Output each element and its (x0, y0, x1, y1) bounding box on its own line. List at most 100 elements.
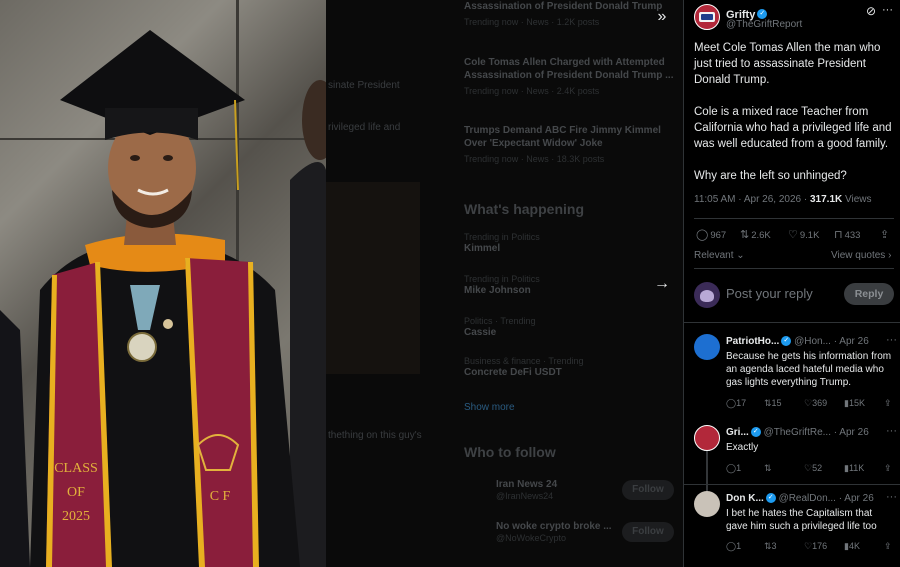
view-quotes-label: View quotes (831, 250, 886, 261)
share-icon[interactable]: ⇪ (884, 541, 892, 552)
reply-action[interactable]: ◯ 17 (726, 398, 746, 409)
bg-trend-meta: Trending now · News · 1.2K posts (464, 17, 600, 27)
reply-header: Gri... ✓ @TheGriftRe... · Apr 26 (726, 427, 898, 438)
views-action[interactable]: ▮ 4K (844, 541, 860, 552)
graduate-figure: CLASS OF 2025 C F (0, 30, 326, 567)
bg-who-to-follow-heading: Who to follow (464, 444, 556, 460)
share-icon[interactable]: ⇪ (884, 398, 892, 409)
bg-show-more-link: Show more (464, 402, 515, 413)
grok-icon[interactable]: ⊘ (866, 4, 876, 18)
repost-action[interactable]: ⇅ 15 (764, 398, 782, 409)
sort-label: Relevant (694, 250, 734, 261)
views-count: 15K (848, 398, 865, 408)
bg-timeline-text: sinate President (328, 80, 400, 91)
share-action[interactable]: ⇪ (880, 228, 891, 241)
reply-date[interactable]: · Apr 26 (834, 427, 869, 438)
repost-action[interactable]: ⇅ (764, 463, 772, 474)
bookmark-count: 433 (844, 230, 861, 241)
bookmark-action[interactable]: ⊓ 433 (834, 228, 860, 241)
repost-action[interactable]: ⇅ 3 (764, 541, 777, 552)
chevron-right-icon: › (888, 250, 892, 261)
bg-trend-meta: Business & finance · Trending (464, 356, 584, 366)
current-user-avatar[interactable] (694, 282, 720, 308)
reply-count: 1 (736, 463, 742, 473)
verified-badge-icon: ✓ (750, 427, 761, 438)
views-count: 4K (848, 541, 860, 551)
like-count: 52 (812, 463, 823, 473)
bg-trend-item: Assassination of President Donald Trump … (464, 0, 674, 27)
bg-trend-meta: Trending now · News · 2.4K posts (464, 86, 600, 96)
bg-trend-title: Concrete DeFi USDT (464, 367, 562, 378)
post-meta: 11:05 AM · Apr 26, 2026 · 317.1K Views (694, 194, 872, 205)
reply-author-handle[interactable]: @Hon... (794, 336, 831, 347)
bg-trend-item: Trumps Demand ABC Fire Jimmy Kimmel Over… (464, 124, 674, 164)
reply-author-name[interactable]: PatriotHo... (726, 336, 779, 347)
more-options-icon[interactable]: ··· (886, 425, 897, 437)
view-quotes-link[interactable]: View quotes › (831, 250, 891, 261)
reply-text: Because he gets his information from an … (726, 351, 892, 388)
author-handle[interactable]: @TheGriftReport (726, 19, 802, 30)
stole-text: OF (67, 485, 85, 500)
repost-count: 3 (771, 541, 777, 551)
bg-follow-handle: @NoWokeCrypto (496, 533, 566, 543)
chevron-down-icon: ⌄ (736, 250, 745, 261)
author-avatar[interactable] (694, 4, 720, 30)
expand-icon[interactable]: » (648, 3, 676, 31)
thread-connector (706, 446, 708, 492)
bookmark-icon: ⊓ (834, 229, 843, 241)
bg-trend-meta: Trending now · News · 18.3K posts (464, 154, 605, 164)
bg-follow-button: Follow (622, 522, 674, 542)
repost-count: 2.6K (751, 230, 771, 241)
bg-trend-meta: Trending in Politics (464, 232, 540, 242)
reply-author-handle[interactable]: @RealDon... (779, 493, 836, 504)
reply-author-name[interactable]: Gri... (726, 427, 749, 438)
like-action[interactable]: ♡ 369 (804, 398, 827, 409)
like-count: 176 (812, 541, 828, 551)
reply-avatar[interactable] (694, 425, 720, 451)
bg-trend-item: Trending in Politics Mike Johnson (464, 274, 674, 297)
reply-avatar[interactable] (694, 491, 720, 517)
reply-action[interactable]: ◯ 1 (726, 463, 741, 474)
more-options-icon[interactable]: ··· (882, 4, 893, 16)
views-action[interactable]: ▮ 15K (844, 398, 865, 409)
bg-trend-title: Assassination of President Donald Trump (464, 1, 663, 12)
like-action[interactable]: ♡ 176 (804, 541, 827, 552)
reply-count: 17 (736, 398, 747, 408)
reply-count: 1 (736, 541, 742, 551)
reply-action-bar: ◯ 1 ⇅ ♡ 52 ▮ 11K ⇪ (726, 463, 898, 477)
like-action[interactable]: ♡ 9.1K (788, 228, 819, 241)
reply-author-handle[interactable]: @TheGriftRe... (764, 427, 831, 438)
reply-action[interactable]: ◯ 1 (726, 541, 741, 552)
media-viewer: Assassination of President Donald Trump … (0, 0, 683, 567)
like-action[interactable]: ♡ 52 (804, 463, 822, 474)
bg-timeline-text: rivileged life and (328, 122, 401, 133)
reply-button[interactable]: Reply (844, 283, 894, 305)
bg-follow-name: Iran News 24 (496, 479, 558, 490)
post-action-bar: ◯ 967 ⇅ 2.6K ♡ 9.1K ⊓ 433 ⇪ (694, 228, 899, 244)
reply-avatar[interactable] (694, 334, 720, 360)
share-icon: ⇪ (880, 229, 890, 241)
bg-trend-title: Cole Tomas Allen Charged with Attempted … (464, 57, 674, 81)
reply-date[interactable]: · Apr 26 (834, 336, 869, 347)
post-photo[interactable]: CLASS OF 2025 C F (0, 0, 326, 567)
divider (694, 268, 894, 269)
bg-follow-name: No woke crypto broke ... (496, 521, 612, 532)
post-detail-panel: Grifty ✓ @TheGriftReport ⊘ ··· Meet Cole … (683, 0, 900, 567)
bg-trend-item: Cole Tomas Allen Charged with Attempted … (464, 56, 674, 96)
reply-input[interactable]: Post your reply (726, 286, 813, 301)
more-options-icon[interactable]: ··· (886, 491, 897, 503)
views-action[interactable]: ▮ 11K (844, 463, 864, 474)
reply-author-name[interactable]: Don K... (726, 493, 764, 504)
bg-trend-meta: Trending in Politics (464, 274, 540, 284)
post-paragraph: Why are the left so unhinged? (694, 170, 847, 182)
sort-dropdown[interactable]: Relevant ⌄ (694, 250, 745, 261)
post-timestamp[interactable]: 11:05 AM · Apr 26, 2026 · (694, 194, 807, 205)
more-options-icon[interactable]: ··· (886, 334, 897, 346)
stole-text: C F (210, 489, 231, 504)
reply-date[interactable]: · Apr 26 (839, 493, 874, 504)
bg-trend-title: Cassie (464, 327, 497, 338)
share-icon[interactable]: ⇪ (884, 463, 892, 474)
next-image-icon[interactable]: → (648, 270, 676, 298)
repost-action[interactable]: ⇅ 2.6K (740, 228, 771, 241)
reply-action[interactable]: ◯ 967 (696, 228, 726, 241)
